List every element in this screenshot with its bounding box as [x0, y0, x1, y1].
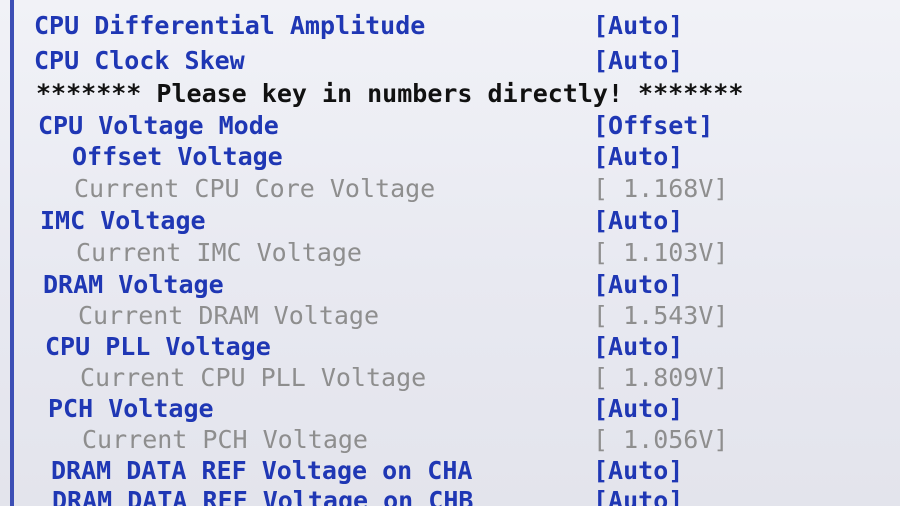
setting-value[interactable]: [Auto] — [593, 141, 683, 173]
setting-value[interactable]: [Auto] — [593, 393, 683, 425]
setting-value[interactable]: [Auto] — [593, 45, 683, 77]
readout-value: [ 1.543V] — [593, 301, 729, 330]
key-in-numbers-notice: ******* Please key in numbers directly! … — [36, 79, 744, 108]
readout-current-cpu-core-voltage: Current CPU Core Voltage [ 1.168V] — [0, 173, 900, 205]
readout-current-imc-voltage: Current IMC Voltage [ 1.103V] — [0, 237, 900, 269]
readout-current-cpu-pll-voltage: Current CPU PLL Voltage [ 1.809V] — [0, 362, 900, 394]
setting-label: PCH Voltage — [48, 394, 214, 423]
setting-label: DRAM DATA REF Voltage on CHB — [52, 486, 474, 506]
readout-label: Current DRAM Voltage — [78, 301, 380, 330]
setting-label: CPU PLL Voltage — [45, 332, 271, 361]
readout-value: [ 1.056V] — [593, 425, 729, 454]
readout-label: Current IMC Voltage — [76, 238, 362, 267]
readout-current-dram-voltage: Current DRAM Voltage [ 1.543V] — [0, 300, 900, 332]
setting-value[interactable]: [Auto] — [593, 331, 683, 363]
setting-cpu-pll-voltage[interactable]: CPU PLL Voltage [Auto] — [0, 331, 900, 363]
setting-offset-voltage[interactable]: Offset Voltage [Auto] — [0, 141, 900, 173]
setting-imc-voltage[interactable]: IMC Voltage [Auto] — [0, 205, 900, 237]
setting-label: CPU Clock Skew — [34, 46, 245, 75]
setting-value[interactable]: [Auto] — [593, 10, 683, 42]
readout-current-pch-voltage: Current PCH Voltage [ 1.056V] — [0, 424, 900, 456]
bios-voltage-screen: CPU Differential Amplitude [Auto] CPU Cl… — [0, 0, 900, 506]
setting-value[interactable]: [Offset] — [593, 110, 713, 142]
setting-label: DRAM DATA REF Voltage on CHA — [51, 456, 473, 485]
setting-value[interactable]: [Auto] — [593, 205, 683, 237]
setting-dram-data-ref-voltage-chb[interactable]: DRAM DATA REF Voltage on CHB [Auto] — [0, 485, 900, 506]
setting-label: CPU Voltage Mode — [38, 111, 279, 140]
setting-cpu-voltage-mode[interactable]: CPU Voltage Mode [Offset] — [0, 110, 900, 142]
setting-value[interactable]: [Auto] — [593, 485, 683, 506]
setting-label: IMC Voltage — [40, 206, 206, 235]
setting-label: CPU Differential Amplitude — [34, 11, 426, 40]
setting-value[interactable]: [Auto] — [593, 269, 683, 301]
setting-pch-voltage[interactable]: PCH Voltage [Auto] — [0, 393, 900, 425]
readout-value: [ 1.103V] — [593, 238, 729, 267]
setting-label: DRAM Voltage — [43, 270, 224, 299]
setting-cpu-clock-skew[interactable]: CPU Clock Skew [Auto] — [0, 45, 900, 77]
setting-label: Offset Voltage — [72, 142, 283, 171]
setting-cpu-differential-amplitude[interactable]: CPU Differential Amplitude [Auto] — [0, 10, 900, 42]
setting-dram-voltage[interactable]: DRAM Voltage [Auto] — [0, 269, 900, 301]
setting-value[interactable]: [Auto] — [593, 455, 683, 487]
readout-value: [ 1.168V] — [593, 174, 729, 203]
readout-label: Current PCH Voltage — [82, 425, 368, 454]
setting-dram-data-ref-voltage-cha[interactable]: DRAM DATA REF Voltage on CHA [Auto] — [0, 455, 900, 487]
readout-value: [ 1.809V] — [593, 363, 729, 392]
readout-label: Current CPU Core Voltage — [74, 174, 436, 203]
readout-label: Current CPU PLL Voltage — [80, 363, 427, 392]
